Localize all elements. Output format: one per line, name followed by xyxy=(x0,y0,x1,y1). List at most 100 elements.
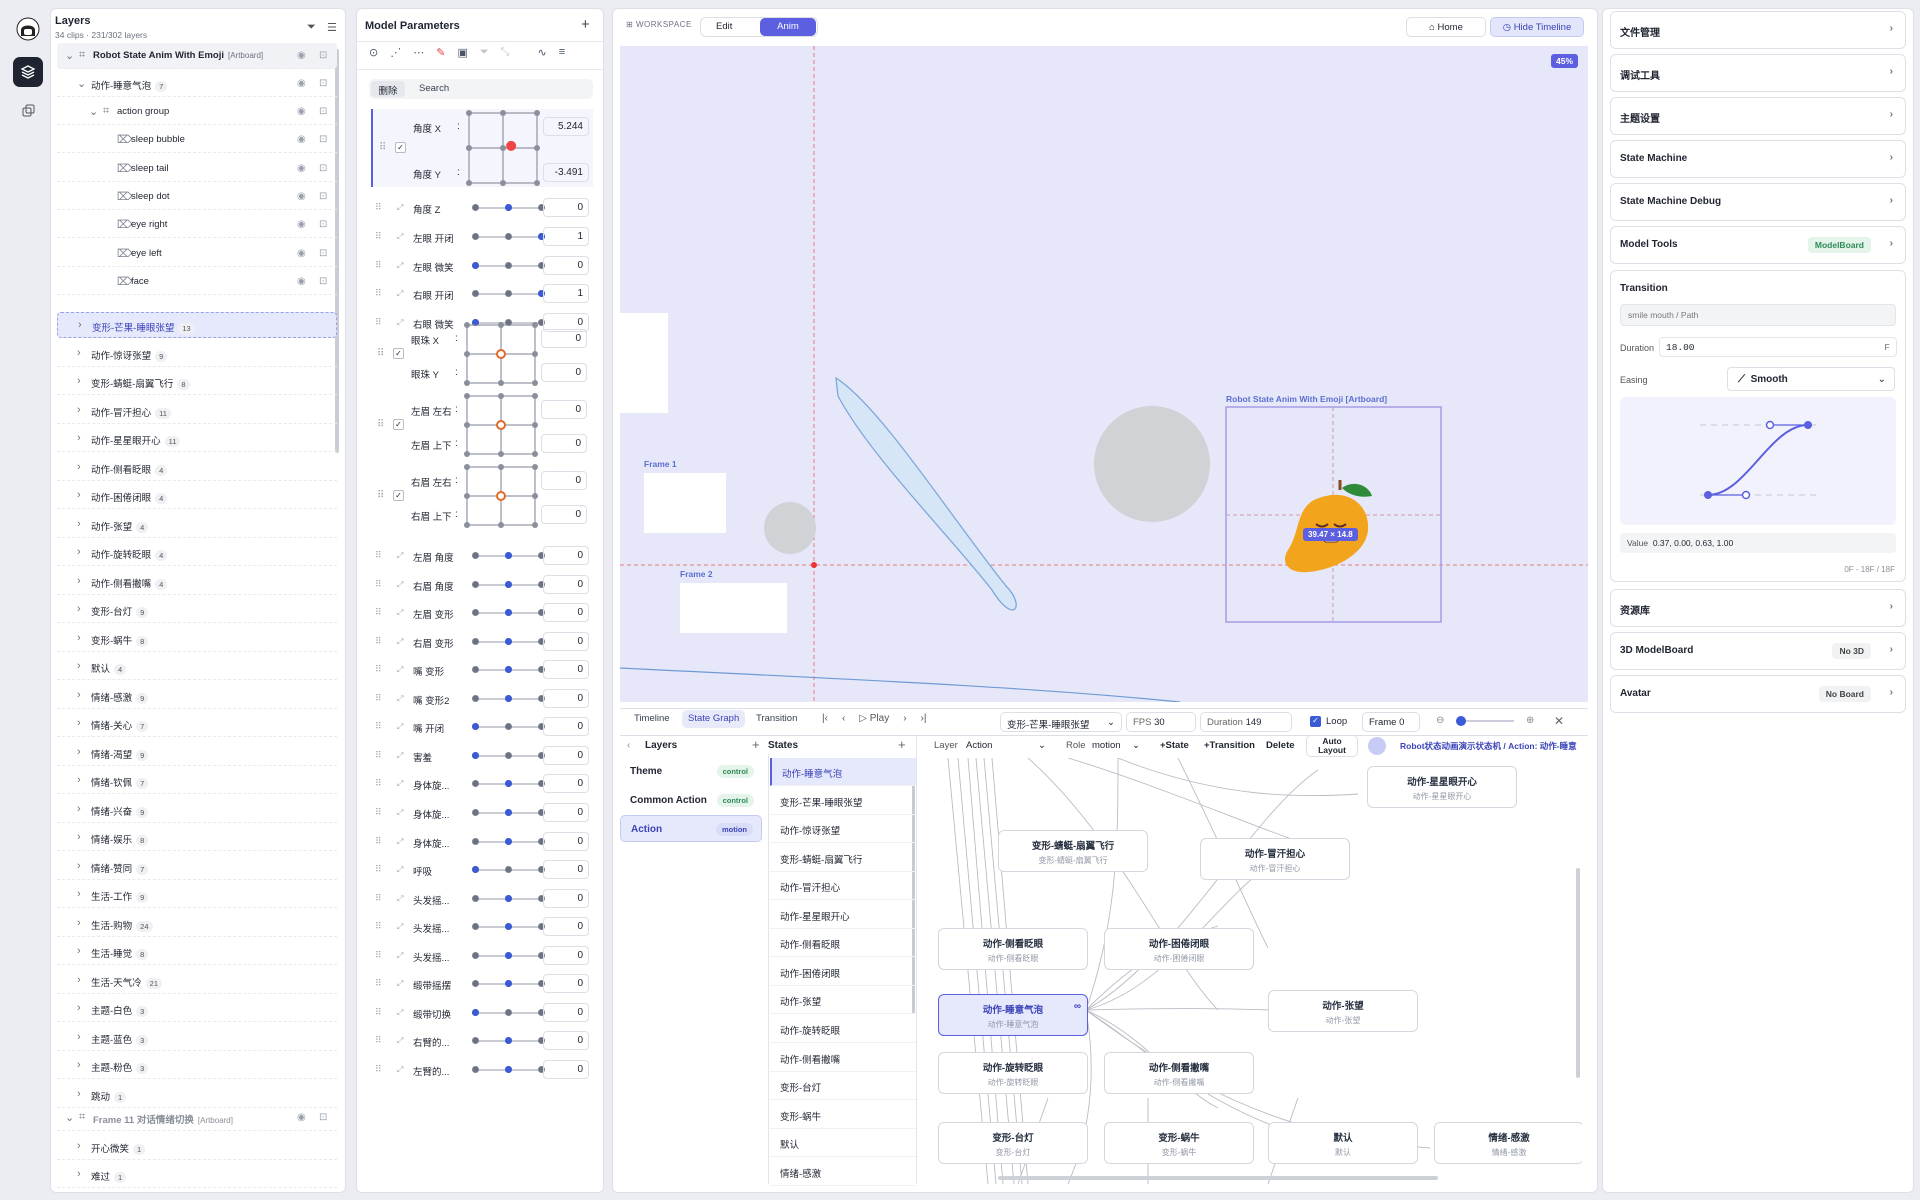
drag-handle-icon[interactable]: ⠿ xyxy=(377,348,384,359)
drag-handle-icon[interactable]: ⠿ xyxy=(375,978,382,989)
layer-row[interactable]: ⌦ eye left ◉ ⊡ xyxy=(57,241,337,267)
slider-thumb[interactable] xyxy=(505,204,512,211)
keyframe-check-icon[interactable]: ⤢ xyxy=(397,722,406,731)
state-graph[interactable]: 动作-星星眼开心 动作-星星眼开心 变形-蜻蜓-扇翼飞行 变形-蜻蜓-扇翼飞行 动作-冒… xyxy=(918,758,1582,1184)
param-value[interactable]: 0 xyxy=(543,603,589,623)
sm-layer-item[interactable]: Action motion xyxy=(620,815,762,842)
easing-curve-editor[interactable] xyxy=(1620,397,1896,525)
eye-icon[interactable]: ◉ xyxy=(297,1112,306,1123)
keyframe-check-icon[interactable]: ⤢ xyxy=(397,608,406,617)
lock-icon[interactable]: ⊡ xyxy=(319,163,327,174)
chevron-right-icon[interactable]: › xyxy=(77,1059,81,1071)
keyframe-check-icon[interactable]: ⤢ xyxy=(397,979,406,988)
layer-row[interactable]: › 情绪-感激 9 xyxy=(57,683,337,709)
param-value[interactable]: 0 xyxy=(541,400,587,419)
chevron-right-icon[interactable]: › xyxy=(77,603,81,615)
param-2d-block[interactable]: ⠿ ✓ 左眉 左右: 0 左眉 上下: 0 xyxy=(371,392,593,458)
slider-thumb[interactable] xyxy=(472,751,479,759)
drag-handle-icon[interactable]: ⠿ xyxy=(375,778,382,789)
param-value[interactable]: 1 xyxy=(543,284,589,304)
layer-row[interactable]: › 动作-旋转眨眼 4 xyxy=(57,540,337,566)
keyframe-check-icon[interactable]: ⤢ xyxy=(397,837,406,846)
param-row[interactable]: ⠿ ⤢ 缎带摇摆 0 xyxy=(375,969,589,997)
state-list-item[interactable]: 动作-星星眼开心 xyxy=(770,901,916,929)
chevron-right-icon[interactable]: › xyxy=(77,1002,81,1014)
layer-row[interactable]: › 动作-张望 4 xyxy=(57,512,337,538)
state-list-item[interactable]: 变形-芒果-睡眼张望 xyxy=(770,787,916,815)
state-list-item[interactable]: 变形-台灯 xyxy=(770,1072,916,1101)
panel-file-manager[interactable]: 文件管理 › xyxy=(1610,11,1906,49)
param-value[interactable]: 0 xyxy=(543,1059,589,1079)
chevron-right-icon[interactable]: › xyxy=(77,1140,81,1152)
param-value[interactable]: -3.491 xyxy=(543,163,589,182)
canvas[interactable]: 45% Frame 1 Frame 2 Robot State Anim Wit… xyxy=(620,46,1588,702)
param-row[interactable]: ⠿ ⤢ 左眉 角度 0 xyxy=(375,541,589,569)
panel-state-machine-debug[interactable]: State Machine Debug › xyxy=(1610,183,1906,221)
panel-theme-settings[interactable]: 主题设置 › xyxy=(1610,97,1906,135)
prev-frame-icon[interactable]: ‹ xyxy=(842,713,845,724)
lock-icon[interactable]: ⊡ xyxy=(319,276,327,287)
state-list-item[interactable]: 动作-睡意气泡 xyxy=(770,758,916,786)
drag-handle-icon[interactable]: ⠿ xyxy=(377,419,384,430)
layer-row[interactable]: ⌦ face ◉ ⊡ xyxy=(57,269,337,295)
chevron-right-icon[interactable]: › xyxy=(77,632,81,644)
layer-row[interactable]: ⌦ sleep dot ◉ ⊡ xyxy=(57,184,337,210)
param-row[interactable]: ⠿ ⤢ 头发摇... 0 xyxy=(375,912,589,940)
param-2d-block[interactable]: ⠿ ✓ 右眉 左右: 0 右眉 上下: 0 xyxy=(371,463,593,529)
param-value[interactable]: 0 xyxy=(543,1031,589,1051)
drag-handle-icon[interactable]: ⠿ xyxy=(375,664,382,675)
zoom-in-icon[interactable]: ⊕ xyxy=(1526,715,1534,726)
drag-handle-icon[interactable]: ⠿ xyxy=(375,202,382,213)
param-slider[interactable] xyxy=(472,694,545,702)
state-list-item[interactable]: 变形-蜗牛 xyxy=(770,1101,916,1129)
mango-character[interactable] xyxy=(1274,466,1386,578)
state-node[interactable]: 默认 默认 xyxy=(1268,1122,1418,1164)
state-list-item[interactable]: 动作-旋转眨眼 xyxy=(770,1015,916,1043)
drag-handle-icon[interactable]: ⠿ xyxy=(377,490,384,501)
layer-row[interactable]: › 变形-芒果-睡眼张望 13 xyxy=(57,312,337,338)
eye-icon[interactable]: ◉ xyxy=(297,219,306,230)
param-value[interactable]: 0 xyxy=(543,255,589,275)
state-node[interactable]: 变形-台灯 变形-台灯 xyxy=(938,1122,1088,1164)
lock-icon[interactable]: ⊡ xyxy=(319,106,327,117)
tab-transition[interactable]: Transition xyxy=(750,710,803,728)
eye-icon[interactable]: ◉ xyxy=(297,276,306,287)
param-slider[interactable] xyxy=(472,666,545,674)
param-row[interactable]: ⠿ ⤢ 右眉 角度 0 xyxy=(375,570,589,598)
param-value[interactable]: 0 xyxy=(543,831,589,851)
layer-row[interactable]: › 主题-蓝色 3 xyxy=(57,1025,337,1051)
layer-row[interactable]: › 情绪-兴奋 9 xyxy=(57,797,337,823)
state-list-item[interactable]: 默认 xyxy=(770,1129,916,1158)
slider-thumb[interactable] xyxy=(505,923,512,931)
param-2d-grid[interactable] xyxy=(461,321,541,387)
layer-row[interactable]: › 生活-睡觉 8 xyxy=(57,939,337,965)
state-node[interactable]: 变形-蜻蜓-扇翼飞行 变形-蜻蜓-扇翼飞行 xyxy=(998,830,1148,872)
zoom-slider[interactable] xyxy=(1456,716,1514,726)
slider-thumb[interactable] xyxy=(472,1008,479,1016)
lock-icon[interactable]: ⊡ xyxy=(319,191,327,202)
param-value[interactable]: 0 xyxy=(543,631,589,651)
drag-handle-icon[interactable]: ⠿ xyxy=(375,1007,382,1018)
param-slider[interactable] xyxy=(472,808,545,816)
state-node[interactable]: 动作-侧看撇嘴 动作-侧看撇嘴 xyxy=(1104,1052,1254,1094)
layer-row[interactable]: ⌄ 动作-睡意气泡 7 ◉ ⊡ xyxy=(57,71,337,97)
drag-handle-icon[interactable]: ⠿ xyxy=(375,893,382,904)
slider-thumb[interactable] xyxy=(505,637,512,645)
lock-icon[interactable]: ⊡ xyxy=(319,1112,327,1123)
layer-row[interactable]: › 情绪-钦佩 7 xyxy=(57,768,337,794)
param-value[interactable]: 0 xyxy=(543,198,589,217)
eye-icon[interactable]: ◉ xyxy=(297,134,306,145)
layer-row[interactable]: › 情绪-关心 7 xyxy=(57,711,337,737)
param-slider[interactable] xyxy=(472,609,545,617)
slider-thumb[interactable] xyxy=(505,694,512,702)
hide-timeline-button[interactable]: ◷ Hide Timeline xyxy=(1490,17,1584,37)
state-node[interactable]: 动作-冒汗担心 动作-冒汗担心 xyxy=(1200,838,1350,880)
add-state-button[interactable]: +State xyxy=(1160,740,1189,751)
param-checkbox[interactable]: ✓ xyxy=(395,142,406,153)
duration-input[interactable]: 18.00 F xyxy=(1659,337,1897,357)
tab-state-graph[interactable]: State Graph xyxy=(682,710,746,728)
panel-avatar[interactable]: Avatar No Board › xyxy=(1610,675,1906,713)
layer-row[interactable]: › 开心微笑 1 xyxy=(57,1134,337,1160)
slider-thumb[interactable] xyxy=(505,951,512,959)
panel-debug-tools[interactable]: 调试工具 › xyxy=(1610,54,1906,92)
